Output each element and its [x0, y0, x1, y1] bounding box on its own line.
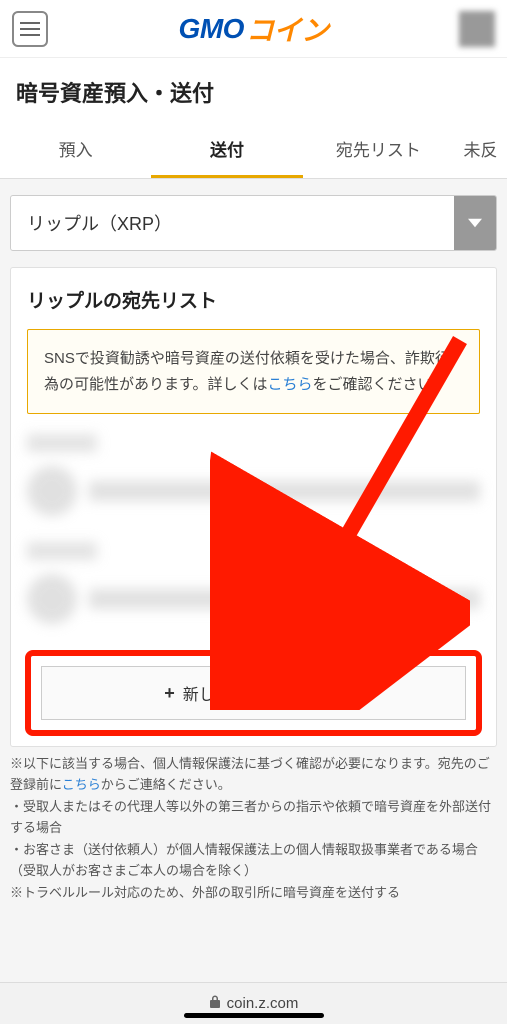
home-indicator: [184, 1013, 324, 1018]
page-title: 暗号資産預入・送付: [0, 58, 507, 122]
recipient-list-blurred: [27, 434, 480, 624]
tab-bar: 預入 送付 宛先リスト 未反: [0, 122, 507, 179]
avatar[interactable]: [459, 11, 495, 47]
asset-select-value: リップル（XRP）: [11, 196, 454, 250]
notice-text-post: をご確認ください。: [313, 376, 448, 393]
menu-button[interactable]: [12, 11, 48, 47]
url-domain: coin.z.com: [227, 995, 299, 1012]
plus-icon: +: [164, 683, 175, 704]
disclaimer-text: ※以下に該当する場合、個人情報保護法に基づく確認が必要になります。宛先のご登録前…: [0, 747, 507, 903]
highlight-box: + 新しい宛先を追加する: [25, 650, 482, 736]
recipient-list-card: リップルの宛先リスト SNSで投資勧誘や暗号資産の送付依頼を受けた場合、詐欺行為…: [10, 267, 497, 747]
add-recipient-button[interactable]: + 新しい宛先を追加する: [41, 666, 466, 720]
tab-partial[interactable]: 未反: [454, 122, 507, 178]
logo-gmo: GMO: [179, 13, 244, 45]
tab-send[interactable]: 送付: [151, 122, 302, 178]
logo-coin: コイン: [246, 9, 329, 49]
disclaimer-line4: ※トラベルルール対応のため、外部の取引所に暗号資産を送付する: [10, 885, 400, 900]
tab-deposit[interactable]: 預入: [0, 122, 151, 178]
disclaimer-line3: ・お客さま（送付依頼人）が個人情報保護法上の個人情報取扱事業者である場合（受取人…: [10, 842, 478, 878]
asset-select[interactable]: リップル（XRP）: [10, 195, 497, 251]
disclaimer-link[interactable]: こちら: [62, 777, 101, 792]
disclaimer-line1-post: からご連絡ください。: [101, 777, 231, 792]
card-title: リップルの宛先リスト: [27, 286, 480, 313]
disclaimer-line2: ・受取人またはその代理人等以外の第三者からの指示や依頼で暗号資産を外部送付する場…: [10, 799, 491, 835]
list-item: [27, 466, 480, 516]
chevron-down-icon: [454, 196, 496, 250]
tab-recipients[interactable]: 宛先リスト: [303, 122, 454, 178]
notice-link[interactable]: こちら: [268, 376, 313, 393]
add-button-label: 新しい宛先を追加する: [183, 681, 343, 705]
warning-notice: SNSで投資勧誘や暗号資産の送付依頼を受けた場合、詐欺行為の可能性があります。詳…: [27, 329, 480, 414]
list-item: [27, 574, 480, 624]
logo: GMO コイン: [179, 9, 329, 49]
lock-icon: [209, 995, 221, 1013]
